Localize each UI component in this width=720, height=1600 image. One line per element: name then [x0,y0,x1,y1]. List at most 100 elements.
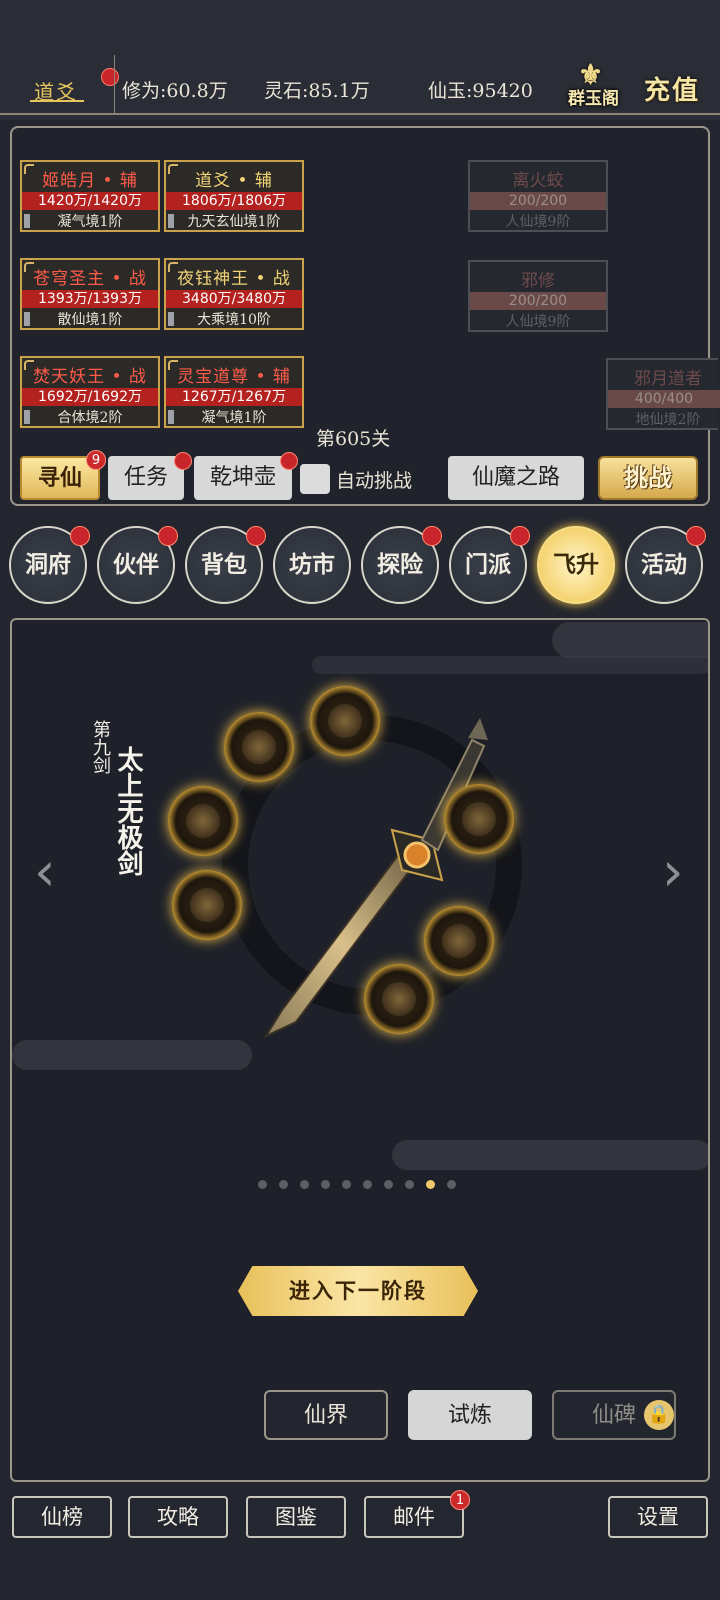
cloud-decoration [12,1040,252,1070]
star-orb[interactable] [424,906,494,976]
ally-name: 焚天妖王 • 战 [33,367,147,387]
menu-notification-dot [158,526,178,546]
star-orb[interactable] [444,784,514,854]
enemy-card[interactable]: 离火蛟 200/200 人仙境9阶 [468,160,608,232]
ally-card[interactable]: 苍穹圣主 • 战 1393万/1393万 散仙境1阶 [20,258,160,330]
ally-hp: 3480万/3480万 [166,290,302,308]
page-dot[interactable] [258,1180,267,1189]
next-stage-label: 进入下一阶段 [289,1278,427,1303]
ally-realm: 散仙境1阶 [57,312,123,328]
next-stage-button[interactable]: 进入下一阶段 [238,1266,478,1316]
enemy-card[interactable]: 邪月道者 400/400 地仙境2阶 [606,358,720,430]
ally-name: 灵宝道尊 • 辅 [177,367,291,387]
enemy-realm: 地仙境2阶 [635,412,701,428]
page-dot[interactable] [321,1180,330,1189]
seek-badge: 9 [86,450,106,470]
challenge-button[interactable]: 挑战 [598,456,698,500]
sword-subtitle: 第九剑 [90,720,111,774]
ally-realm: 大乘境10阶 [197,312,271,328]
enemy-card[interactable]: 邪修 200/200 人仙境9阶 [468,260,608,332]
star-orb[interactable] [172,870,242,940]
star-orb[interactable] [364,964,434,1034]
top-bar: 道爻 修为:60.8万 灵石:85.1万 仙玉:95420 ⚜ 群玉阁 充值 [0,0,720,120]
ally-realm: 凝气境1阶 [57,214,123,230]
enemy-name: 离火蛟 [512,171,564,191]
enemy-hp: 200/200 [470,292,606,310]
ally-hp: 1393万/1393万 [22,290,158,308]
ally-realm: 合体境2阶 [57,410,123,426]
ally-card[interactable]: 灵宝道尊 • 辅 1267万/1267万 凝气境1阶 [164,356,304,428]
tab-stele[interactable]: 仙碑 🔒 [552,1390,676,1440]
menu-market-button[interactable]: 坊市 [273,526,351,604]
rank-button[interactable]: 仙榜 [12,1496,112,1538]
page-dot[interactable] [447,1180,456,1189]
ally-card[interactable]: 焚天妖王 • 战 1692万/1692万 合体境2阶 [20,356,160,428]
enemy-name: 邪修 [521,271,555,291]
spirit-stone-stat: 灵石:85.1万 [264,80,370,102]
ally-card[interactable]: 夜钰神王 • 战 3480万/3480万 大乘境10阶 [164,258,304,330]
task-notification-dot [174,452,192,470]
notification-dot [101,68,119,86]
immortal-demon-road-button[interactable]: 仙魔之路 [448,456,584,500]
ally-card[interactable]: 姬皓月 • 辅 1420万/1420万 凝气境1阶 [20,160,160,232]
ally-name: 道爻 • 辅 [195,171,273,191]
immortal-jade-stat: 仙玉:95420 [428,80,533,102]
cultivation-stat: 修为:60.8万 [122,80,228,102]
ally-hp: 1267万/1267万 [166,388,302,406]
enemy-hp: 200/200 [470,192,606,210]
enemy-realm: 人仙境9阶 [505,314,571,330]
guide-button[interactable]: 攻略 [128,1496,228,1538]
menu-notification-dot [686,526,706,546]
cloud-decoration [392,1140,708,1170]
ally-name: 苍穹圣主 • 战 [33,269,147,289]
page-dot-active[interactable] [426,1180,435,1189]
ally-realm: 凝气境1阶 [201,410,267,426]
ally-realm: 九天玄仙境1阶 [187,214,281,230]
pot-button[interactable]: 乾坤壶 [194,456,292,500]
task-button[interactable]: 任务 [108,456,184,500]
cloud-decoration [552,622,708,658]
cloud-decoration [312,656,708,674]
menu-notification-dot [422,526,442,546]
page-dot[interactable] [279,1180,288,1189]
ally-hp: 1806万/1806万 [166,192,302,210]
top-bar-divider [0,113,720,115]
star-orb[interactable] [310,686,380,756]
tab-trial[interactable]: 试炼 [408,1390,532,1440]
enemy-name: 邪月道者 [634,369,702,389]
pot-notification-dot [280,452,298,470]
tab-immortal-realm[interactable]: 仙界 [264,1390,388,1440]
enemy-hp: 400/400 [608,390,720,408]
menu-notification-dot [246,526,266,546]
chevron-left-icon[interactable]: ‹ [34,840,56,903]
page-dot[interactable] [363,1180,372,1189]
auto-challenge-checkbox[interactable] [300,464,330,494]
star-orb[interactable] [168,786,238,856]
tab-stele-label: 仙碑 [591,1403,636,1428]
page-dot[interactable] [384,1180,393,1189]
mail-badge: 1 [450,1490,470,1510]
atlas-button[interactable]: 图鉴 [246,1496,346,1538]
ally-name: 夜钰神王 • 战 [177,269,291,289]
stage-label: 第605关 [316,428,391,450]
recharge-button[interactable]: 充值 [644,70,700,107]
page-dot[interactable] [405,1180,414,1189]
chevron-right-icon[interactable]: › [662,840,684,903]
ally-hp: 1420万/1420万 [22,192,158,210]
page-dot[interactable] [342,1180,351,1189]
settings-button[interactable]: 设置 [608,1496,708,1538]
player-name-underline [30,100,84,102]
lock-icon: 🔒 [644,1400,674,1430]
sword-title: 太上无极剑 [113,746,143,876]
menu-notification-dot [70,526,90,546]
star-orb[interactable] [224,712,294,782]
menu-ascend-button[interactable]: 飞升 [537,526,615,604]
logo-text[interactable]: 群玉阁 [568,84,619,109]
menu-notification-dot [510,526,530,546]
page-dot[interactable] [300,1180,309,1189]
ally-card[interactable]: 道爻 • 辅 1806万/1806万 九天玄仙境1阶 [164,160,304,232]
divider [114,55,115,113]
ally-name: 姬皓月 • 辅 [42,171,138,191]
ascension-panel: 第九剑 太上无极剑 ‹ › 进入下一阶段 仙界 试炼 仙碑 🔒 [10,618,710,1482]
mail-button[interactable]: 邮件 [364,1496,464,1538]
